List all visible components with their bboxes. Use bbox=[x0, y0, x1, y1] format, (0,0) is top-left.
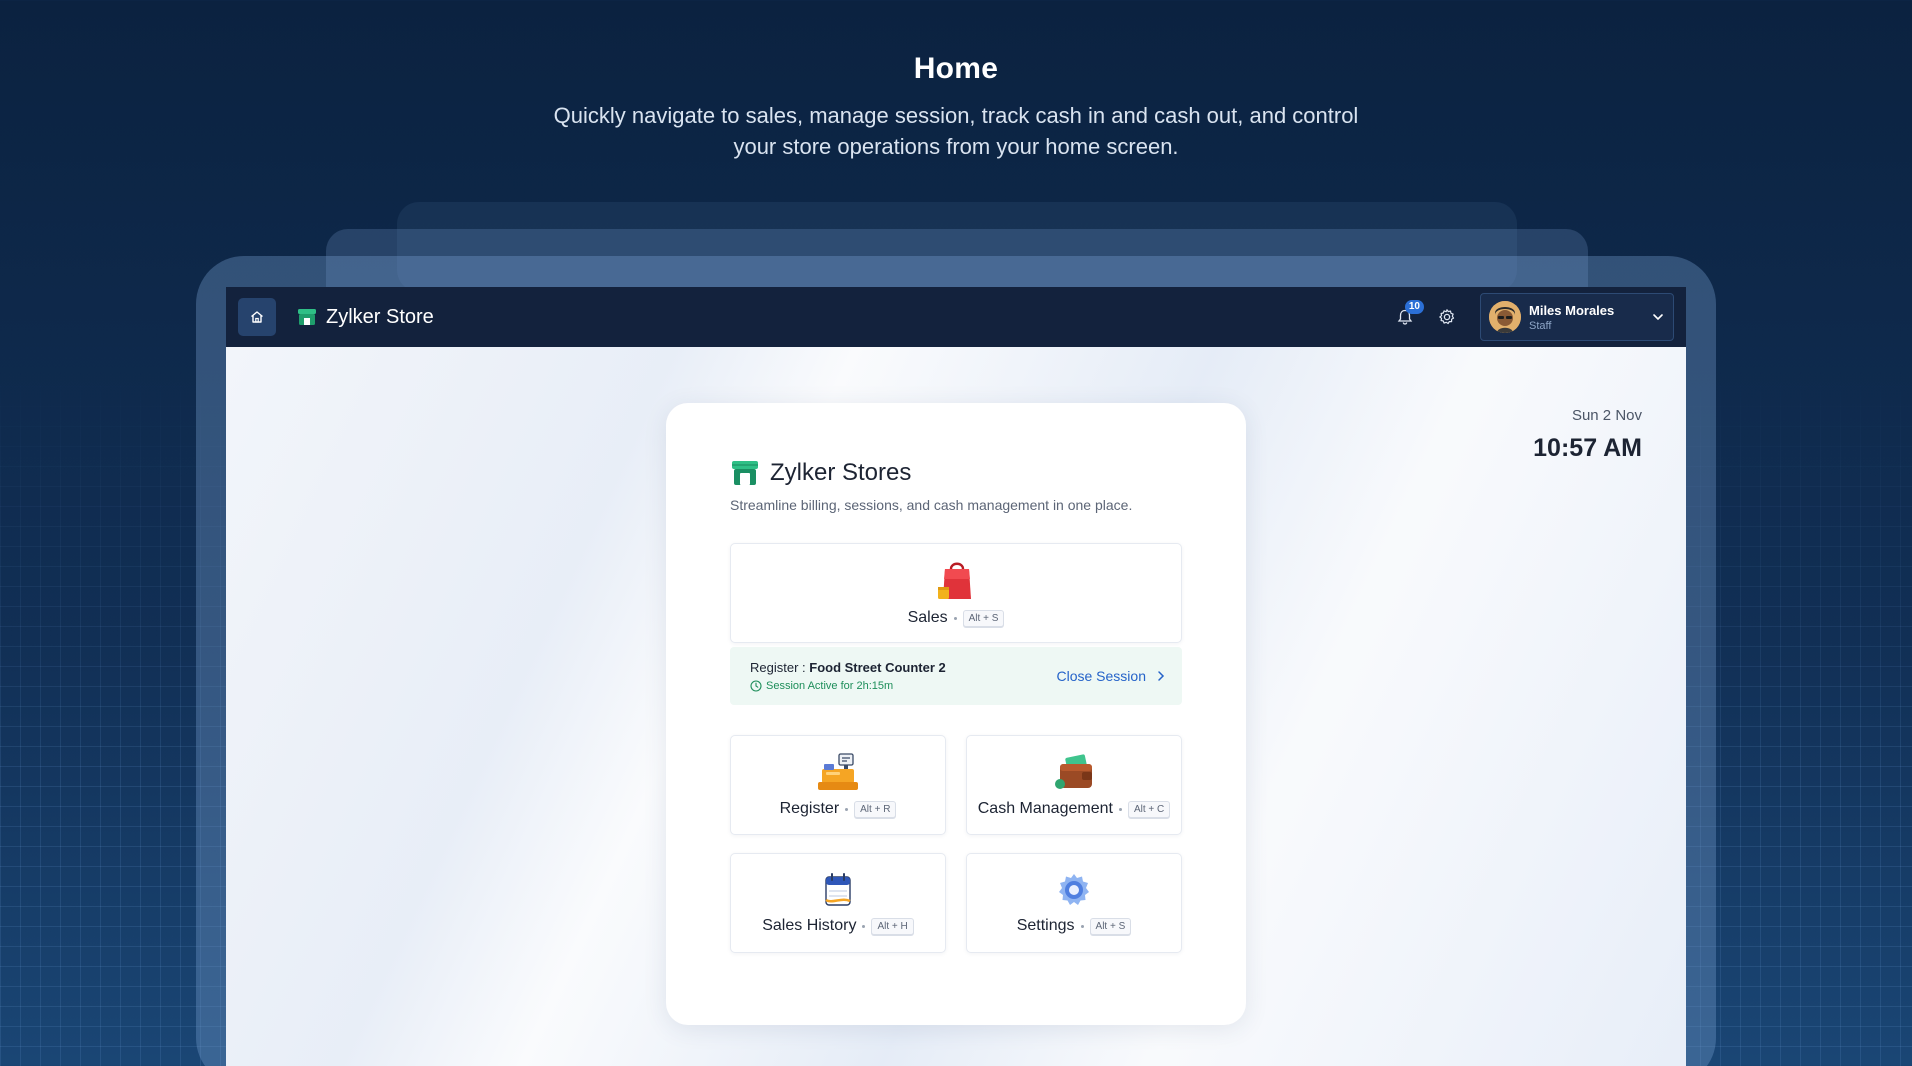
current-date: Sun 2 Nov bbox=[1571, 407, 1642, 424]
home-button[interactable] bbox=[238, 298, 276, 336]
top-bar: Zylker Store 10 Miles Morales Staff bbox=[226, 287, 1686, 347]
chevron-right-icon bbox=[1158, 671, 1165, 681]
settings-label: Settings bbox=[1016, 917, 1075, 934]
hero: Home Quickly navigate to sales, manage s… bbox=[0, 52, 1912, 162]
calendar-history-icon bbox=[825, 873, 851, 906]
store-subtitle: Streamline billing, sessions, and cash m… bbox=[730, 497, 1133, 513]
sales-tile[interactable]: Sales Alt + S bbox=[730, 543, 1182, 643]
hero-subtitle: Quickly navigate to sales, manage sessio… bbox=[553, 103, 1359, 159]
sales-history-tile[interactable]: Sales History Alt + H bbox=[730, 853, 946, 953]
datetime: Sun 2 Nov 10:57 AM bbox=[1533, 407, 1642, 463]
settings-button[interactable] bbox=[1432, 302, 1462, 332]
brand[interactable]: Zylker Store bbox=[296, 306, 434, 329]
store-icon bbox=[732, 461, 758, 485]
session-banner: Register : Food Street Counter 2 Session… bbox=[730, 647, 1182, 705]
user-menu[interactable]: Miles Morales Staff bbox=[1480, 293, 1674, 341]
wallet-icon bbox=[1055, 754, 1092, 789]
avatar bbox=[1489, 301, 1521, 333]
settings-tile[interactable]: Settings Alt + S bbox=[966, 853, 1182, 953]
current-time: 10:57 AM bbox=[1533, 434, 1642, 462]
cash-management-shortcut: Alt + C bbox=[1127, 800, 1171, 818]
clock-icon bbox=[750, 680, 762, 692]
home-content: Sun 2 Nov 10:57 AM Zylker Stores Streaml… bbox=[226, 347, 1686, 1066]
register-line: Register : Food Street Counter 2 bbox=[750, 660, 1057, 675]
store-icon bbox=[298, 309, 316, 325]
register-name: Food Street Counter 2 bbox=[809, 660, 946, 675]
app-screen: Zylker Store 10 Miles Morales Staff Sun … bbox=[226, 287, 1686, 1066]
module-grid: Register Alt + R Cash Management Alt + C… bbox=[730, 735, 1182, 953]
home-icon bbox=[251, 311, 263, 323]
hero-title: Home bbox=[913, 52, 999, 85]
notification-count-badge: 10 bbox=[1404, 300, 1424, 314]
cash-management-label: Cash Management bbox=[977, 800, 1113, 817]
chevron-down-icon bbox=[1653, 314, 1663, 321]
session-status-text: Session Active for 2h:15m bbox=[766, 680, 894, 692]
user-role: Staff bbox=[1529, 319, 1552, 332]
sales-label: Sales bbox=[907, 609, 948, 626]
gear-icon bbox=[1059, 874, 1089, 905]
shopping-bag-icon bbox=[938, 562, 971, 599]
session-status: Session Active for 2h:15m bbox=[750, 680, 1057, 692]
store-card: Zylker Stores Streamline billing, sessio… bbox=[666, 403, 1246, 1025]
sales-shortcut: Alt + S bbox=[962, 609, 1005, 627]
brand-name: Zylker Store bbox=[326, 305, 434, 328]
notifications-button[interactable]: 10 bbox=[1390, 300, 1424, 332]
register-prefix: Register : bbox=[750, 660, 810, 675]
settings-shortcut: Alt + S bbox=[1089, 917, 1132, 935]
close-session-label: Close Session bbox=[1056, 668, 1147, 684]
sales-history-shortcut: Alt + H bbox=[871, 917, 914, 935]
cash-register-icon bbox=[818, 753, 858, 790]
cash-management-tile[interactable]: Cash Management Alt + C bbox=[966, 735, 1182, 835]
store-title: Zylker Stores bbox=[770, 459, 912, 486]
register-shortcut: Alt + R bbox=[854, 800, 897, 818]
sales-history-label: Sales History bbox=[762, 917, 857, 934]
register-label: Register bbox=[779, 800, 840, 817]
register-tile[interactable]: Register Alt + R bbox=[730, 735, 946, 835]
close-session-link[interactable]: Close Session bbox=[1057, 668, 1169, 684]
user-name: Miles Morales bbox=[1529, 302, 1615, 318]
gear-icon bbox=[1439, 309, 1455, 325]
